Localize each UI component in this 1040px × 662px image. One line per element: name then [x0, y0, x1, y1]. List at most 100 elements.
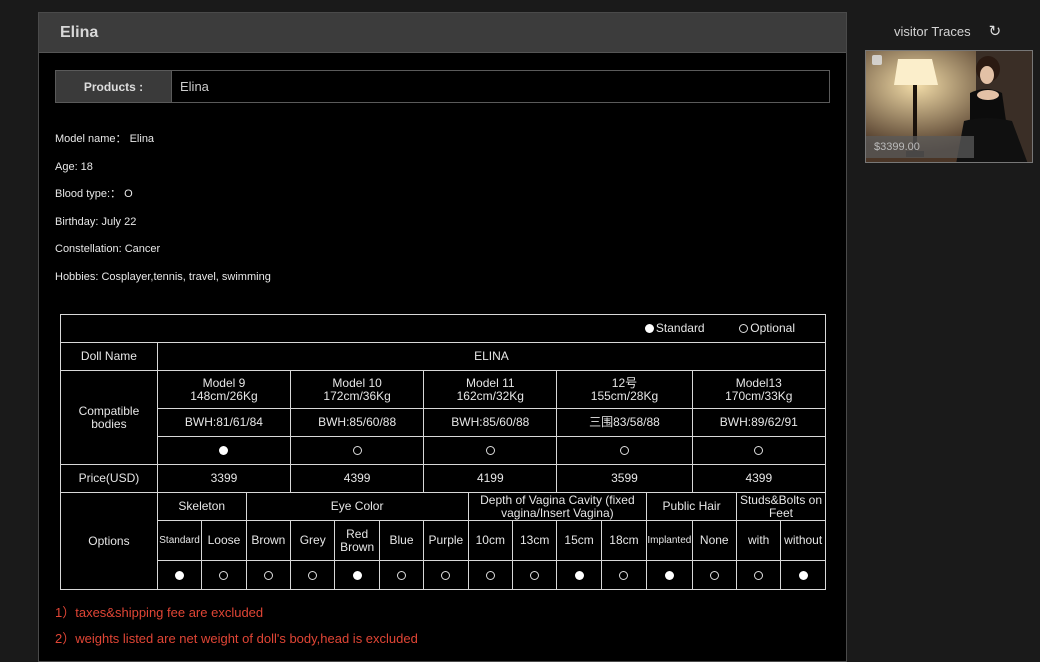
model-size-text: 148cm/26Kg — [190, 388, 258, 403]
option-value: Implanted — [646, 520, 693, 561]
model-bwh: BWH:81/61/84 — [156, 408, 292, 437]
option-radio-icon[interactable] — [574, 570, 584, 580]
option-group-vagina-depth: Depth of Vagina Cavity (fixed vagina/Ins… — [467, 492, 648, 521]
note-item: 2）weights listed are net weight of doll'… — [55, 631, 418, 646]
legend-standard: Standard — [655, 321, 705, 335]
model-radio-icon[interactable] — [754, 446, 764, 456]
model-name-text: 12号 — [611, 375, 638, 390]
option-select-cell[interactable] — [735, 560, 782, 590]
option-radio-icon[interactable] — [619, 570, 629, 580]
option-radio-icon[interactable] — [263, 570, 273, 580]
model-name: Model name： Elina — [55, 133, 155, 145]
compatible-label: Compatible bodies — [60, 370, 158, 465]
option-radio-icon[interactable] — [308, 570, 318, 580]
option-value: Standard — [156, 520, 203, 561]
model-size-text: 155cm/28Kg — [590, 388, 659, 403]
option-radio-icon[interactable] — [530, 570, 540, 580]
option-value: Blue — [378, 520, 425, 561]
option-group-feet-studs: Studs&Bolts on Feet — [735, 492, 827, 521]
visitor-traces-header: visitor Traces ↻ — [894, 24, 1034, 39]
model-radio-icon[interactable] — [219, 446, 229, 456]
option-select-cell[interactable] — [245, 560, 292, 590]
option-select-cell[interactable] — [290, 560, 336, 590]
model-name-text: Model 9 — [202, 375, 246, 390]
refresh-icon[interactable]: ↻ — [989, 24, 1002, 39]
option-select-cell[interactable] — [378, 560, 425, 590]
filled-dot-icon — [644, 324, 654, 334]
option-value: None — [691, 520, 737, 561]
model-bwh: 三围83/58/88 — [556, 408, 693, 437]
model-blood-type: Blood type:： O — [55, 188, 133, 200]
panel-title: Elina — [60, 23, 99, 41]
model-constellation: Constellation: Cancer — [55, 243, 161, 255]
option-select-cell[interactable] — [556, 560, 602, 590]
model-size-text: 162cm/32Kg — [456, 388, 524, 403]
model-birthday: Birthday: July 22 — [55, 215, 137, 228]
option-select-cell[interactable] — [467, 560, 513, 590]
model-hobbies: Hobbies: Cosplayer,tennis, travel, swimm… — [55, 270, 271, 283]
product-label: Products : — [56, 71, 172, 102]
option-select-cell[interactable] — [600, 560, 648, 590]
option-radio-icon[interactable] — [754, 570, 764, 580]
thumbnail-price: $3399.00 — [866, 136, 974, 158]
option-value: Red Brown — [334, 520, 380, 561]
model-bwh: BWH:89/62/91 — [691, 408, 827, 437]
legend-optional: Optional — [750, 321, 795, 335]
option-radio-icon[interactable] — [397, 570, 406, 580]
price-label: Price(USD) — [60, 464, 158, 493]
model-select-cell[interactable] — [691, 436, 827, 465]
model-cell: Model 9 148cm/26Kg — [156, 370, 292, 409]
model-cell: Model 10 172cm/36Kg — [290, 370, 425, 409]
notes: 1）taxes&shipping fee are excluded 2）weig… — [55, 605, 418, 657]
model-price: 4199 — [423, 464, 558, 493]
option-radio-icon[interactable] — [175, 570, 185, 580]
option-group-eye-color: Eye Color — [245, 492, 469, 521]
option-radio-icon[interactable] — [798, 570, 808, 580]
product-value: Elina — [172, 71, 829, 102]
model-select-cell[interactable] — [556, 436, 693, 465]
model-cell: Model 11 162cm/32Kg — [423, 370, 558, 409]
option-group-skeleton: Skeleton — [156, 492, 247, 521]
model-info: Model name： Elina Age: 18 Blood type:： O… — [55, 132, 271, 297]
model-name-text: Model 10 — [332, 375, 382, 390]
model-name-text: Model13 — [735, 375, 782, 390]
model-select-cell[interactable] — [156, 436, 292, 465]
visitor-title: visitor Traces — [894, 24, 971, 39]
option-select-cell[interactable] — [201, 560, 247, 590]
option-radio-icon[interactable] — [219, 570, 229, 580]
option-value: Purple — [423, 520, 469, 561]
option-radio-icon[interactable] — [352, 570, 362, 580]
option-value: with — [735, 520, 782, 561]
option-value: without — [780, 520, 826, 561]
model-radio-icon[interactable] — [619, 446, 629, 456]
option-select-cell[interactable] — [780, 560, 826, 590]
option-select-cell[interactable] — [334, 560, 380, 590]
model-price: 4399 — [290, 464, 425, 493]
option-value: 15cm — [556, 520, 602, 561]
option-group-public-hair: Public Hair — [646, 492, 737, 521]
option-radio-icon[interactable] — [485, 570, 495, 580]
product-row: Products : Elina — [55, 70, 830, 103]
spec-table: Standard Optional Doll Name ELINA Compat… — [60, 314, 827, 590]
doll-name-value: ELINA — [156, 342, 827, 371]
option-radio-icon[interactable] — [709, 570, 719, 580]
model-radio-icon[interactable] — [485, 446, 495, 456]
table-legend: Standard Optional — [60, 314, 826, 343]
option-select-cell[interactable] — [646, 560, 693, 590]
option-select-cell[interactable] — [511, 560, 558, 590]
option-radio-icon[interactable] — [441, 570, 451, 580]
model-cell: 12号 155cm/28Kg — [556, 370, 693, 409]
option-select-cell[interactable] — [156, 560, 203, 590]
panel-header: Elina — [39, 13, 846, 53]
visitor-thumbnail[interactable]: $3399.00 — [865, 50, 1033, 163]
model-select-cell[interactable] — [290, 436, 425, 465]
option-value: 18cm — [600, 520, 648, 561]
option-select-cell[interactable] — [423, 560, 469, 590]
option-radio-icon[interactable] — [664, 570, 674, 580]
model-name-text: Model 11 — [466, 375, 515, 390]
model-radio-icon[interactable] — [352, 446, 362, 456]
model-select-cell[interactable] — [423, 436, 558, 465]
doll-name-label: Doll Name — [60, 342, 158, 371]
model-cell: Model13 170cm/33Kg — [691, 370, 827, 409]
option-select-cell[interactable] — [691, 560, 737, 590]
